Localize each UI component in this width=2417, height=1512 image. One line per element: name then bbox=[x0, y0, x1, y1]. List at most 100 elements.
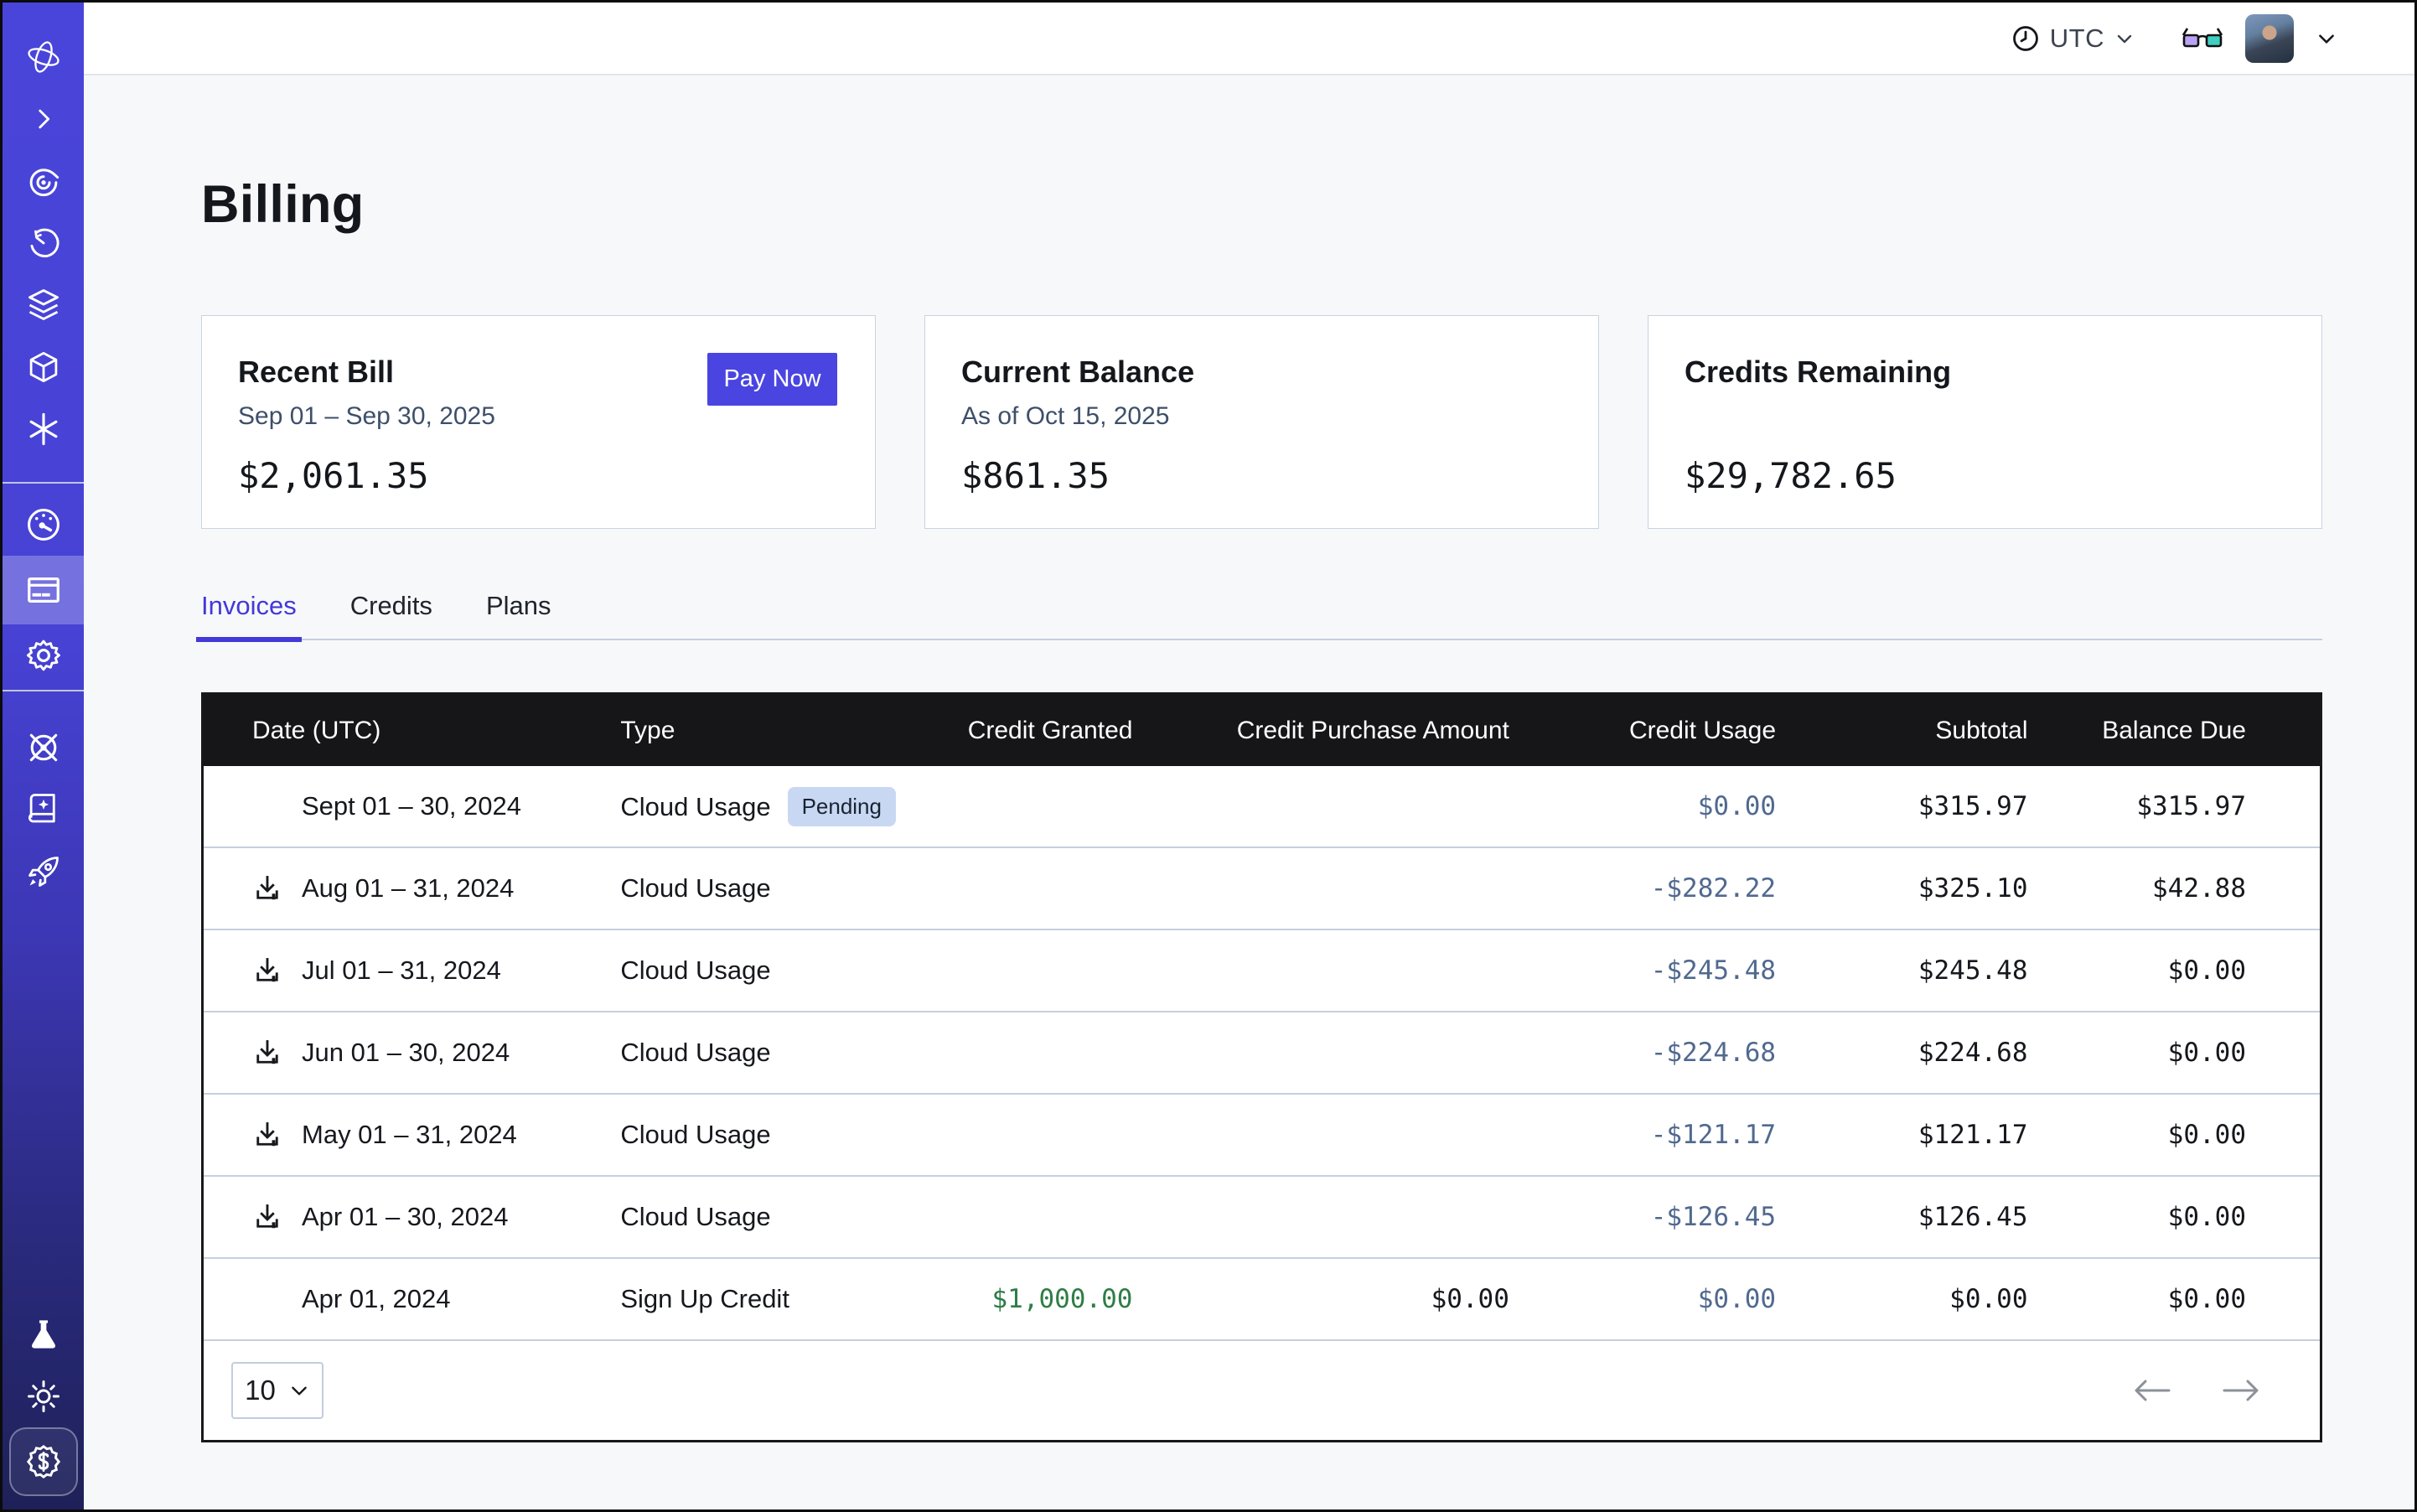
glasses-icon[interactable] bbox=[2182, 25, 2223, 52]
orbit-logo-icon bbox=[24, 38, 63, 76]
invoice-row: Jul 01 – 31, 2024 Cloud Usage -$245.48 $245… bbox=[204, 929, 2320, 1012]
sidebar-item-history[interactable] bbox=[3, 212, 84, 274]
sidebar-item-expand[interactable] bbox=[3, 88, 84, 150]
pay-now-button[interactable]: Pay Now bbox=[707, 353, 837, 406]
card-title: Current Balance bbox=[961, 355, 1560, 390]
invoice-type: Cloud Usage bbox=[620, 955, 770, 985]
sidebar-item-containers[interactable] bbox=[3, 336, 84, 398]
sidebar-item-billing[interactable] bbox=[3, 556, 84, 624]
card-subtitle: As of Oct 15, 2025 bbox=[961, 402, 1560, 433]
col-header-date: Date (UTC) bbox=[204, 695, 572, 766]
chevron-down-icon bbox=[2114, 28, 2135, 49]
observe-eye-icon bbox=[26, 163, 61, 199]
sidebar-item-usage[interactable] bbox=[3, 494, 84, 556]
card-subtitle: Sep 01 – Sep 30, 2025 bbox=[238, 402, 836, 433]
sidebar-item-theme[interactable] bbox=[3, 1365, 84, 1427]
balance-due-value: $315.97 bbox=[2136, 791, 2246, 821]
flask-icon bbox=[27, 1318, 60, 1351]
card-title: Credits Remaining bbox=[1685, 355, 2283, 390]
next-page-button[interactable] bbox=[2221, 1376, 2261, 1405]
download-invoice-icon[interactable] bbox=[252, 1120, 282, 1150]
credit-usage-value: $0.00 bbox=[1698, 1284, 1776, 1314]
sidebar-item-services[interactable] bbox=[3, 398, 84, 460]
settings-gear-icon bbox=[25, 637, 62, 674]
invoice-row: Aug 01 – 31, 2024Cloud Usage-$282.22$325… bbox=[204, 847, 2320, 929]
col-header-credit-usage: Credit Usage bbox=[1509, 695, 1776, 766]
credit-granted-value: $1,000.00 bbox=[991, 1284, 1132, 1314]
page-size-select[interactable]: 10 bbox=[231, 1362, 323, 1419]
page-title: Billing bbox=[201, 174, 2322, 235]
download-invoice-icon[interactable] bbox=[252, 955, 282, 986]
balance-due-value: $0.00 bbox=[2168, 1120, 2246, 1150]
sidebar-item-observability[interactable] bbox=[3, 150, 84, 212]
timezone-label: UTC bbox=[2050, 23, 2104, 54]
arrow-left-icon bbox=[2132, 1376, 2172, 1405]
balance-due-value: $0.00 bbox=[2168, 1284, 2246, 1314]
download-invoice-icon[interactable] bbox=[252, 873, 282, 904]
theme-sun-icon bbox=[26, 1379, 61, 1414]
balance-due-value: $42.88 bbox=[2152, 873, 2246, 904]
sidebar-item-credits[interactable] bbox=[9, 1427, 78, 1496]
invoice-row: Apr 01, 2024Sign Up Credit$1,000.00$0.00… bbox=[204, 1258, 2320, 1339]
balance-due-value: $0.00 bbox=[2168, 1038, 2246, 1068]
prev-page-button[interactable] bbox=[2132, 1376, 2172, 1405]
invoice-type: Cloud Usage bbox=[620, 792, 770, 821]
subtotal-value: $315.97 bbox=[1918, 791, 2028, 821]
invoice-date: May 01 – 31, 2024 bbox=[302, 1120, 517, 1150]
sidebar-item-docs[interactable] bbox=[3, 779, 84, 841]
subtotal-value: $325.10 bbox=[1918, 873, 2028, 904]
billing-card-icon bbox=[24, 571, 63, 609]
chevron-down-icon[interactable] bbox=[2316, 28, 2337, 49]
credit-usage-value: -$126.45 bbox=[1651, 1202, 1776, 1232]
download-invoice-icon[interactable] bbox=[252, 1038, 282, 1068]
arrow-right-icon bbox=[2221, 1376, 2261, 1405]
sidebar-divider bbox=[3, 690, 84, 691]
subtotal-value: $245.48 bbox=[1918, 955, 2028, 986]
credit-usage-value: -$224.68 bbox=[1651, 1038, 1776, 1068]
status-badge: Pending bbox=[788, 787, 896, 826]
current-balance-amount: $861.35 bbox=[961, 455, 1560, 496]
invoice-type: Cloud Usage bbox=[620, 1202, 770, 1231]
invoice-row: Sept 01 – 30, 2024Cloud UsagePending$0.0… bbox=[204, 766, 2320, 847]
sidebar-item-settings[interactable] bbox=[3, 624, 84, 686]
invoice-type: Cloud Usage bbox=[620, 1038, 770, 1067]
usage-gauge-icon bbox=[25, 506, 62, 543]
invoice-date: Apr 01 – 30, 2024 bbox=[302, 1202, 508, 1232]
invoice-date: Sept 01 – 30, 2024 bbox=[302, 791, 521, 821]
credits-badge-icon bbox=[24, 1442, 63, 1481]
sidebar-item-labs[interactable] bbox=[3, 1303, 84, 1365]
cube-icon bbox=[26, 350, 61, 385]
credits-remaining-amount: $29,782.65 bbox=[1685, 455, 2283, 496]
chevron-right-icon bbox=[29, 105, 58, 133]
download-invoice-icon[interactable] bbox=[252, 1202, 282, 1232]
pagination-bar: 10 bbox=[204, 1339, 2320, 1440]
subtotal-value: $121.17 bbox=[1918, 1120, 2028, 1150]
invoice-date: Jul 01 – 31, 2024 bbox=[302, 955, 501, 986]
credit-usage-value: -$121.17 bbox=[1651, 1120, 1776, 1150]
rocket-icon bbox=[25, 853, 62, 890]
sidebar-item-support[interactable] bbox=[3, 717, 84, 779]
recent-bill-amount: $2,061.35 bbox=[238, 455, 836, 496]
asterisk-icon bbox=[26, 412, 61, 447]
chevron-down-icon bbox=[288, 1380, 310, 1401]
timezone-selector[interactable]: UTC bbox=[2011, 23, 2135, 54]
sidebar-item-getting-started[interactable] bbox=[3, 841, 84, 903]
user-avatar[interactable] bbox=[2245, 14, 2294, 63]
layers-icon bbox=[25, 287, 62, 324]
current-balance-card: Current Balance As of Oct 15, 2025 $861.… bbox=[924, 315, 1599, 529]
credit-usage-value: -$245.48 bbox=[1651, 955, 1776, 986]
invoice-row: Jun 01 – 30, 2024Cloud Usage-$224.68$224… bbox=[204, 1012, 2320, 1094]
sidebar-item-layers[interactable] bbox=[3, 274, 84, 336]
tab-plans[interactable]: Plans bbox=[486, 591, 551, 639]
invoice-type: Cloud Usage bbox=[620, 873, 770, 903]
top-bar: UTC bbox=[84, 3, 2414, 75]
col-header-credit-granted: Credit Granted bbox=[906, 695, 1132, 766]
col-header-balance-due: Balance Due bbox=[2028, 695, 2321, 766]
sidebar-item-logo[interactable] bbox=[3, 26, 84, 88]
tab-invoices[interactable]: Invoices bbox=[201, 591, 297, 639]
balance-due-value: $0.00 bbox=[2168, 1202, 2246, 1232]
subtotal-value: $224.68 bbox=[1918, 1038, 2028, 1068]
invoice-date: Apr 01, 2024 bbox=[302, 1284, 451, 1314]
tab-credits[interactable]: Credits bbox=[350, 591, 432, 639]
page-size-value: 10 bbox=[245, 1375, 276, 1406]
